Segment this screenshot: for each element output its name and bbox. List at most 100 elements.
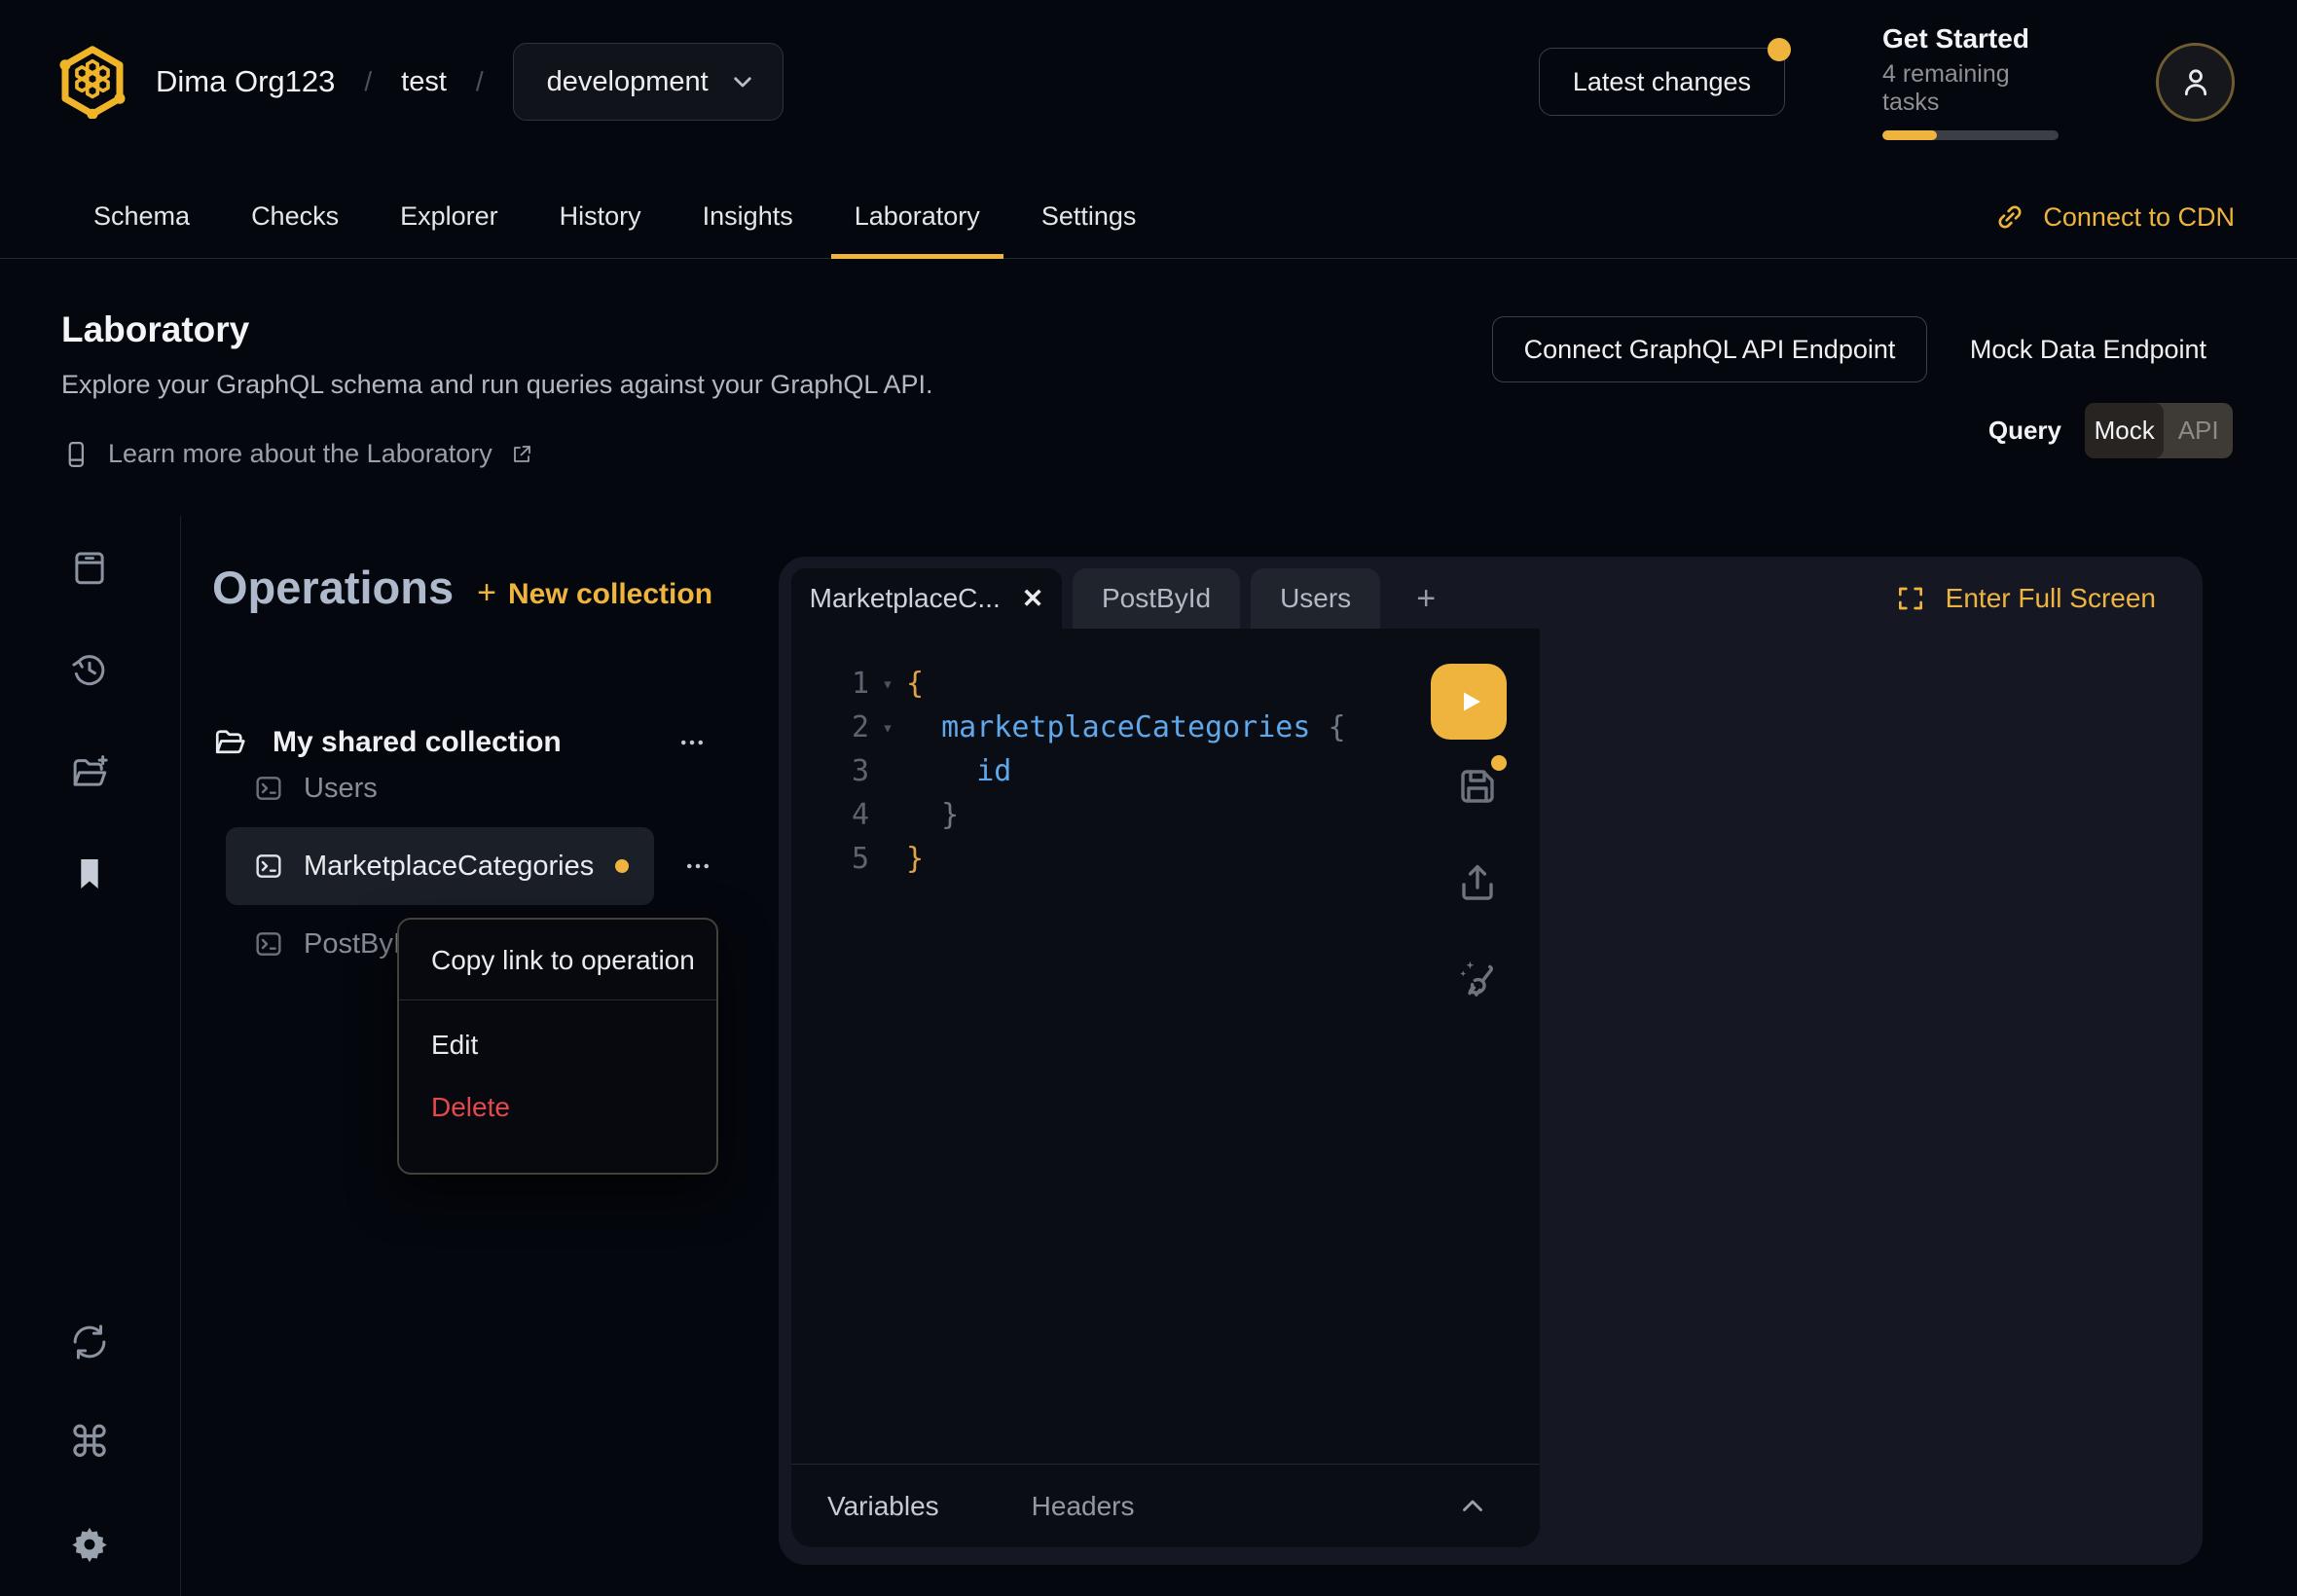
- editor-tab-postbyid[interactable]: PostById: [1073, 568, 1240, 629]
- connect-to-cdn-link[interactable]: Connect to CDN: [1994, 175, 2235, 259]
- breadcrumb-separator: /: [476, 66, 484, 97]
- new-collection-label: New collection: [508, 578, 712, 611]
- history-icon[interactable]: [69, 649, 110, 690]
- mock-data-endpoint-button[interactable]: Mock Data Endpoint: [1965, 316, 2211, 382]
- operation-icon: [253, 773, 284, 804]
- menu-divider: [399, 999, 716, 1000]
- save-icon: [1454, 763, 1501, 810]
- subheader: Laboratory Explore your GraphQL schema a…: [61, 309, 932, 469]
- new-tab-button[interactable]: +: [1391, 580, 1461, 618]
- notification-dot: [1768, 38, 1791, 61]
- broom-sparkles-icon: [1454, 955, 1501, 1001]
- refetch-schema-icon[interactable]: [69, 1322, 110, 1362]
- query-mode-toggle: Mock API: [2085, 403, 2233, 458]
- code-line: 2 ▾ marketplaceCategories {: [820, 706, 1404, 749]
- latest-changes-label: Latest changes: [1573, 67, 1751, 96]
- bookmarks-icon[interactable]: [69, 853, 110, 894]
- breadcrumb-project[interactable]: test: [401, 66, 447, 98]
- share-operation-button[interactable]: [1454, 859, 1501, 906]
- connect-endpoint-button[interactable]: Connect GraphQL API Endpoint: [1492, 316, 1927, 382]
- query-mode-row: Query Mock API: [1988, 403, 2233, 458]
- menu-edit[interactable]: Edit: [399, 1014, 716, 1076]
- editor-tab-users[interactable]: Users: [1251, 568, 1380, 629]
- target-selector-value: development: [547, 66, 709, 98]
- chevron-down-icon: [730, 69, 755, 94]
- laboratory-editor-panel: MarketplaceC... ✕ PostById Users + Enter…: [779, 557, 2203, 1565]
- get-started-title: Get Started: [1882, 23, 2062, 54]
- line-number: 4: [820, 798, 869, 832]
- query-editor[interactable]: 1 ▾ { 2 ▾ marketplaceCategories { 3 id 4…: [791, 629, 1540, 1547]
- code-line: 4 }: [820, 793, 1404, 837]
- fullscreen-icon: [1895, 583, 1926, 614]
- user-icon: [2176, 62, 2215, 101]
- latest-changes-button[interactable]: Latest changes: [1539, 48, 1785, 116]
- line-number: 2: [820, 710, 869, 744]
- operation-users[interactable]: Users: [226, 749, 654, 827]
- run-query-button[interactable]: [1431, 664, 1507, 740]
- tab-insights[interactable]: Insights: [679, 175, 817, 258]
- line-number: 3: [820, 754, 869, 788]
- headers-tab[interactable]: Headers: [1032, 1491, 1135, 1522]
- new-collection-button[interactable]: + New collection: [477, 574, 712, 612]
- plus-icon: +: [477, 574, 496, 612]
- editor-tab-label: PostById: [1102, 583, 1211, 614]
- menu-copy-link[interactable]: Copy link to operation: [399, 929, 716, 992]
- editor-tab-marketplace[interactable]: MarketplaceC... ✕: [791, 568, 1062, 629]
- chevron-up-icon: [1456, 1490, 1489, 1523]
- line-number: 1: [820, 667, 869, 701]
- laboratory-sidebar: ⌘: [0, 516, 181, 1596]
- unsaved-dot: [615, 859, 629, 873]
- editor-tab-row: MarketplaceC... ✕ PostById Users +: [791, 568, 1461, 629]
- learn-more-label: Learn more about the Laboratory: [108, 439, 492, 469]
- operation-label: Users: [304, 773, 378, 805]
- editor-tab-label: Users: [1280, 583, 1351, 614]
- toggle-api[interactable]: API: [2164, 403, 2233, 458]
- breadcrumb-separator: /: [364, 66, 372, 97]
- tab-schema[interactable]: Schema: [70, 175, 213, 258]
- user-avatar[interactable]: [2156, 43, 2235, 122]
- fold-icon[interactable]: ▾: [869, 717, 906, 739]
- menu-delete[interactable]: Delete: [399, 1076, 716, 1139]
- link-icon: [1994, 201, 2025, 233]
- operation-marketplace-categories[interactable]: MarketplaceCategories: [226, 827, 654, 905]
- code-area[interactable]: 1 ▾ { 2 ▾ marketplaceCategories { 3 id 4…: [820, 662, 1404, 881]
- operation-context-menu: Copy link to operation Edit Delete: [397, 918, 718, 1175]
- get-started-widget[interactable]: Get Started 4 remaining tasks: [1882, 23, 2062, 140]
- variables-tab[interactable]: Variables: [827, 1491, 939, 1522]
- learn-more-link[interactable]: Learn more about the Laboratory: [61, 439, 932, 469]
- operation-icon: [253, 928, 284, 960]
- toggle-mock[interactable]: Mock: [2085, 403, 2164, 458]
- code-line: 1 ▾ {: [820, 662, 1404, 706]
- new-collection-folder-icon[interactable]: [69, 751, 110, 792]
- fold-icon[interactable]: ▾: [869, 673, 906, 695]
- editor-bottom-bar: Variables Headers: [791, 1464, 1540, 1547]
- share-icon: [1454, 859, 1501, 906]
- tab-laboratory[interactable]: Laboratory: [831, 175, 1003, 258]
- operation-menu-button[interactable]: [683, 852, 712, 881]
- book-icon: [61, 440, 91, 469]
- main-nav: Schema Checks Explorer History Insights …: [0, 175, 2297, 259]
- tab-settings[interactable]: Settings: [1018, 175, 1160, 258]
- target-selector[interactable]: development: [513, 43, 784, 121]
- header-actions: Latest changes Get Started 4 remaining t…: [1539, 35, 2235, 128]
- play-icon: [1449, 682, 1488, 721]
- external-link-icon: [510, 443, 533, 466]
- get-started-subtitle: 4 remaining tasks: [1882, 60, 2062, 117]
- fullscreen-button[interactable]: Enter Full Screen: [1895, 568, 2156, 629]
- operation-icon: [253, 851, 284, 882]
- settings-gear-icon[interactable]: [69, 1524, 110, 1565]
- hive-logo[interactable]: [58, 45, 127, 119]
- page-description: Explore your GraphQL schema and run quer…: [61, 370, 932, 400]
- prettify-button[interactable]: [1454, 955, 1501, 1001]
- breadcrumb-org[interactable]: Dima Org123: [156, 64, 335, 99]
- unsaved-changes-dot: [1491, 755, 1507, 771]
- shortcuts-icon[interactable]: ⌘: [69, 1423, 110, 1464]
- tab-history[interactable]: History: [536, 175, 665, 258]
- tab-checks[interactable]: Checks: [228, 175, 362, 258]
- close-tab-icon[interactable]: ✕: [1022, 584, 1044, 614]
- code-line: 3 id: [820, 749, 1404, 793]
- tab-explorer[interactable]: Explorer: [377, 175, 522, 258]
- collapse-panel-button[interactable]: [1456, 1490, 1489, 1523]
- save-operation-button[interactable]: [1454, 763, 1501, 810]
- collections-icon[interactable]: [69, 547, 110, 588]
